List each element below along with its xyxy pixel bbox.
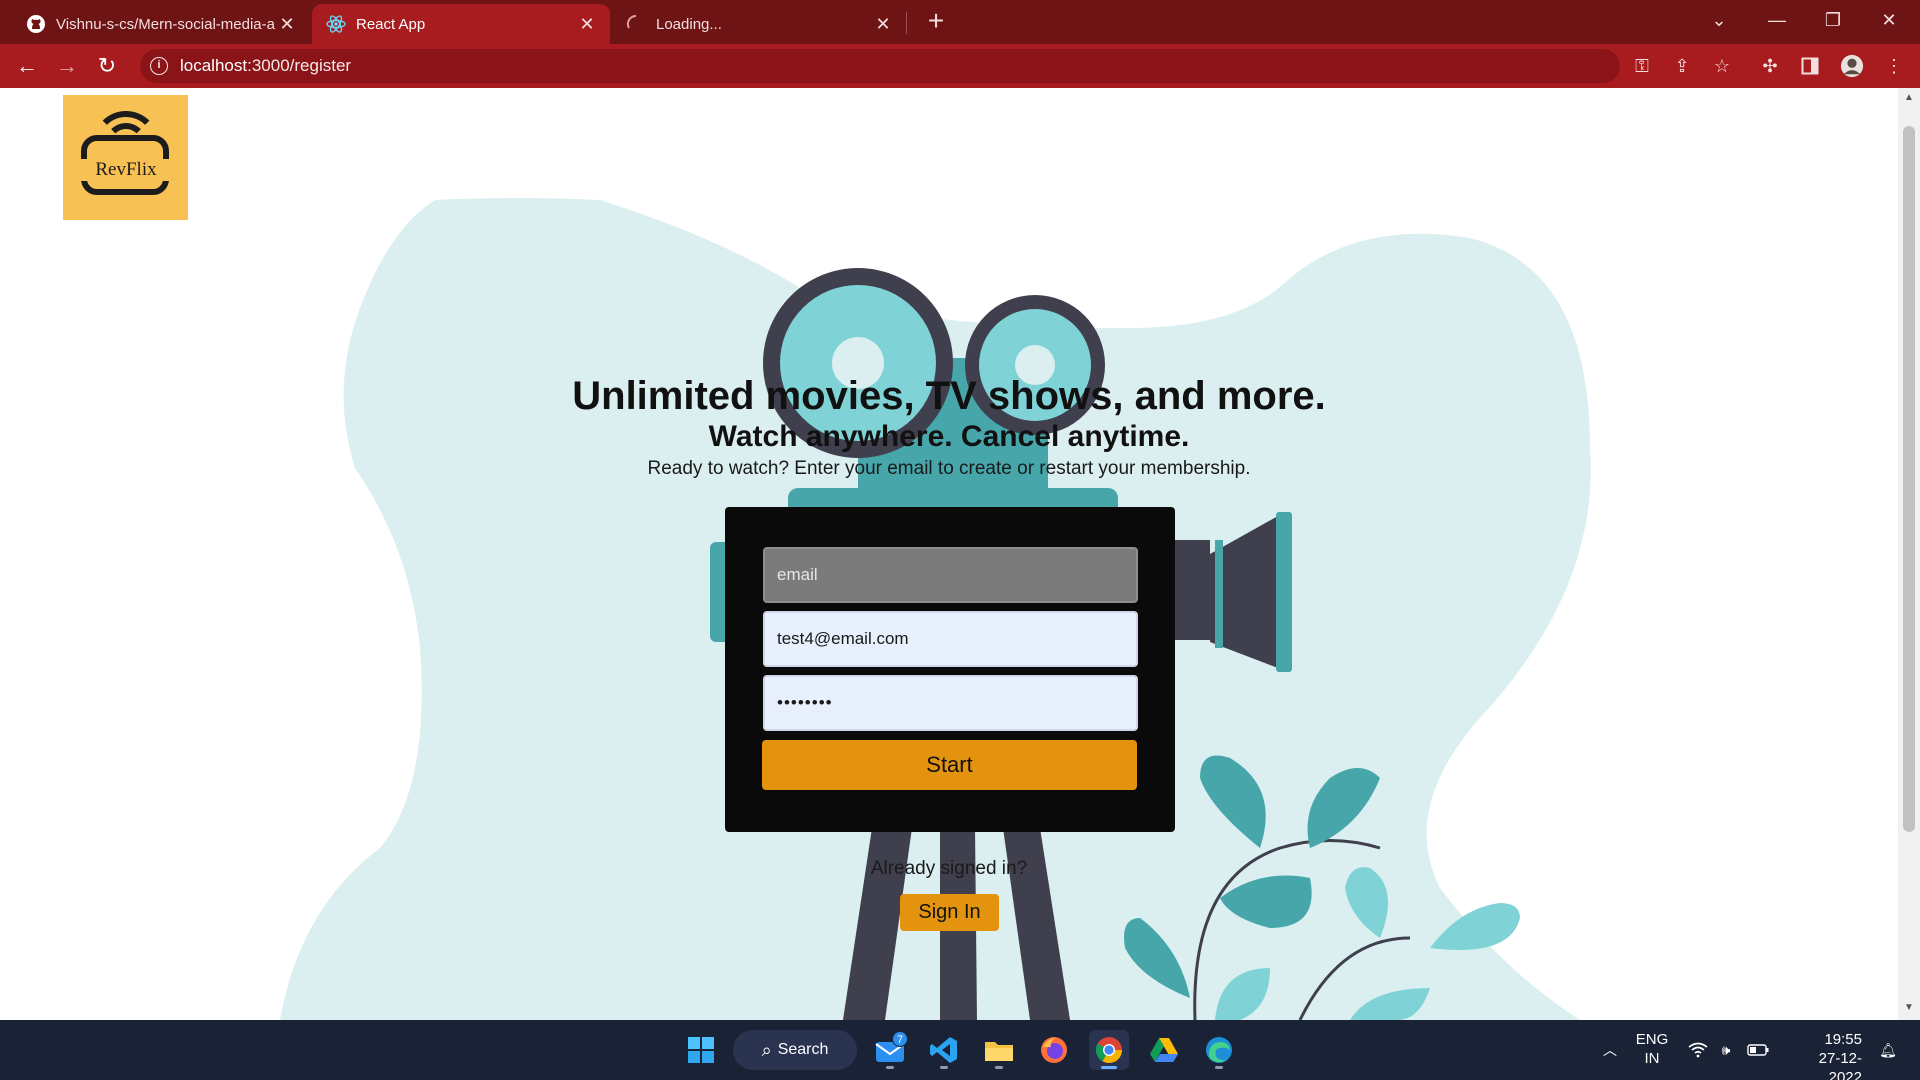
url-text: localhost:3000/register	[180, 56, 352, 75]
search-label: Search	[777, 1041, 829, 1058]
extensions-puzzle-icon[interactable]: ✣	[1758, 54, 1782, 78]
key-icon[interactable]: ⚿	[1630, 54, 1654, 78]
edge-icon[interactable]	[1199, 1030, 1239, 1070]
google-drive-icon[interactable]	[1144, 1030, 1184, 1070]
chrome-icon[interactable]	[1089, 1030, 1129, 1070]
tab-search-chevron-icon[interactable]: ⌄	[1692, 0, 1746, 40]
running-indicator	[1215, 1066, 1223, 1069]
restore-button[interactable]: ❐	[1806, 0, 1860, 40]
subheadline: Watch anywhere. Cancel anytime.	[708, 420, 1190, 453]
password-input[interactable]: ••••••••	[763, 675, 1138, 731]
menu-kebab-icon[interactable]: ⋮	[1882, 54, 1906, 78]
running-indicator	[886, 1066, 894, 1069]
tagline: Ready to watch? Enter your email to crea…	[647, 458, 1251, 479]
vscode-icon[interactable]	[924, 1030, 964, 1070]
windows-taskbar: ⌕ Search 7 ︿ ENG IN 🕪 19:55 27-12-2022 🔔…	[0, 1020, 1920, 1080]
tab-react-app[interactable]: React App ✕	[312, 4, 610, 44]
sign-in-button[interactable]: Sign In	[900, 894, 999, 931]
react-icon	[326, 14, 346, 34]
headline: Unlimited movies, TV shows, and more.	[572, 374, 1326, 418]
file-explorer-icon[interactable]	[979, 1030, 1019, 1070]
mail-badge: 7	[892, 1031, 908, 1047]
scroll-up-arrow-icon[interactable]: ▲	[1903, 92, 1915, 104]
email-input[interactable]: email	[763, 547, 1138, 603]
site-info-icon[interactable]: i	[150, 57, 168, 75]
wifi-icon[interactable]	[1686, 1020, 1710, 1080]
minimize-button[interactable]: —	[1750, 0, 1804, 40]
tab-loading[interactable]: Loading... ✕	[612, 4, 906, 44]
forward-button[interactable]: →	[53, 52, 81, 80]
tab-title: Loading...	[656, 15, 722, 33]
new-tab-button[interactable]: +	[920, 6, 952, 38]
close-icon[interactable]: ✕	[278, 14, 296, 35]
address-bar[interactable]: i localhost:3000/register	[140, 49, 1620, 83]
github-icon	[26, 14, 46, 34]
close-icon[interactable]: ✕	[874, 14, 892, 35]
browser-toolbar: ← → ↻ i localhost:3000/register ⚿ ⇪ ☆ ✣ …	[0, 44, 1920, 88]
search-icon: ⌕	[761, 1039, 772, 1060]
reload-button[interactable]: ↻	[93, 52, 121, 80]
loading-spinner-icon	[626, 14, 646, 34]
tab-title: Vishnu-s-cs/Mern-social-media-a	[56, 15, 275, 33]
share-icon[interactable]: ⇪	[1670, 54, 1694, 78]
battery-icon[interactable]	[1744, 1020, 1772, 1080]
tab-github[interactable]: Vishnu-s-cs/Mern-social-media-a ✕	[12, 4, 310, 44]
tab-title: React App	[356, 15, 426, 33]
scroll-down-arrow-icon[interactable]: ▼	[1903, 1002, 1915, 1014]
bookmark-star-icon[interactable]: ☆	[1710, 54, 1734, 78]
side-panel-icon[interactable]	[1798, 54, 1822, 78]
volume-icon[interactable]: 🕪	[1714, 1020, 1738, 1080]
running-indicator	[1101, 1066, 1117, 1069]
mail-app-icon[interactable]: 7	[870, 1030, 910, 1070]
page-scrollbar[interactable]: ▲ ▼	[1898, 88, 1920, 1020]
scrollbar-thumb[interactable]	[1903, 126, 1915, 832]
already-signed-in-text: Already signed in?	[870, 858, 1028, 879]
tab-separator	[906, 12, 907, 34]
profile-avatar[interactable]	[1840, 54, 1864, 78]
close-icon[interactable]: ✕	[578, 14, 596, 35]
running-indicator	[995, 1066, 1003, 1069]
back-button[interactable]: ←	[13, 52, 41, 80]
browser-tab-strip: Vishnu-s-cs/Mern-social-media-a ✕ React …	[0, 0, 1920, 44]
system-clock[interactable]: 19:55 27-12-2022	[1786, 1030, 1862, 1080]
notifications-bell-icon[interactable]: 🔔︎	[1876, 1020, 1900, 1080]
show-hidden-icons-chevron-icon[interactable]: ︿	[1598, 1020, 1622, 1080]
close-window-button[interactable]: ✕	[1862, 0, 1916, 40]
running-indicator	[940, 1066, 948, 1069]
username-input[interactable]: test4@email.com	[763, 611, 1138, 667]
register-form: email test4@email.com •••••••• Start	[725, 507, 1175, 832]
firefox-icon[interactable]	[1034, 1030, 1074, 1070]
start-windows-icon[interactable]	[681, 1030, 721, 1070]
logo-wordmark: RevFlix	[77, 159, 175, 181]
input-language-indicator[interactable]: ENG IN	[1630, 1030, 1674, 1068]
revflix-logo[interactable]: RevFlix	[63, 95, 188, 220]
start-button[interactable]: Start	[762, 740, 1137, 790]
page-viewport: RevFlix Unlimited movies, TV shows, and …	[0, 88, 1898, 1020]
taskbar-search[interactable]: ⌕ Search	[733, 1030, 857, 1070]
